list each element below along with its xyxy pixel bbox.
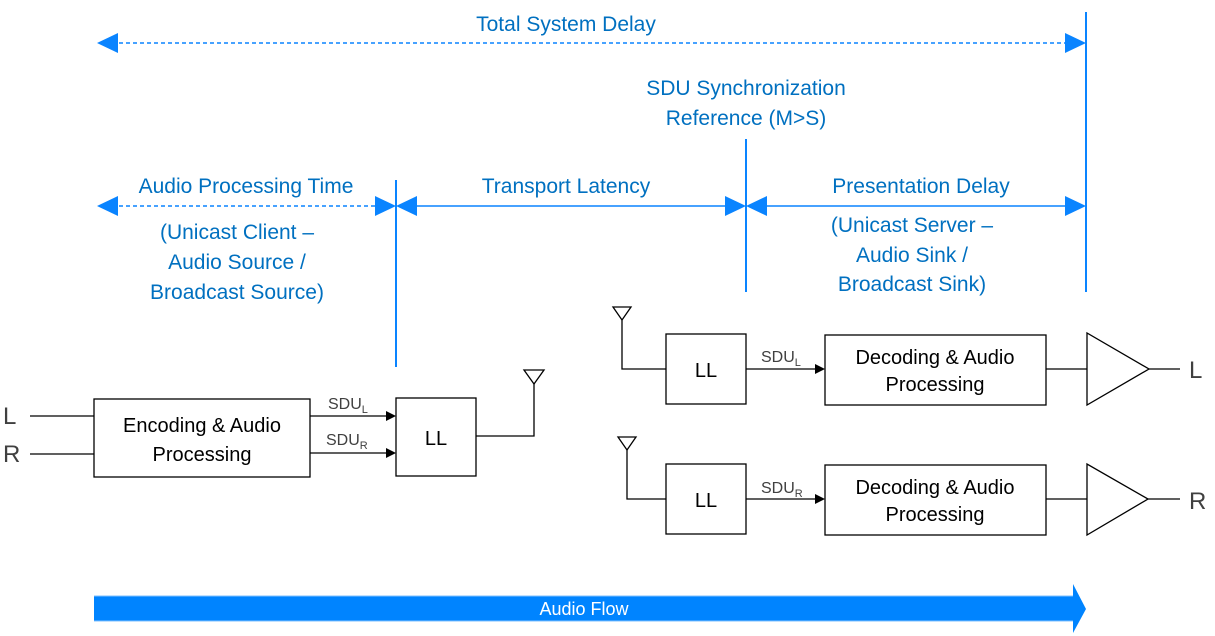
decoder-label-line2: Processing: [886, 374, 985, 396]
sdu-sync-reference-line1: SDU Synchronization: [646, 77, 846, 100]
sdu-sync-reference-line2: Reference (M>S): [666, 107, 826, 130]
sdu-label: SDUL: [761, 349, 801, 369]
audio-sink-right-chain: LL SDUR Decoding & Audio Processing R: [616, 436, 1206, 537]
presentation-sub-line2: Audio Sink /: [856, 244, 968, 267]
presentation-delay-label: Presentation Delay: [832, 175, 1010, 198]
transport-latency-group: Transport Latency: [396, 175, 746, 216]
audio-processing-time-label: Audio Processing Time: [139, 175, 354, 198]
total-system-delay-label: Total System Delay: [476, 13, 656, 36]
antenna-wire: [476, 383, 535, 437]
transport-latency-label: Transport Latency: [482, 175, 651, 198]
antenna-icon: [616, 436, 638, 452]
link-layer-label: LL: [425, 428, 447, 450]
sdu-right-label: SDUR: [326, 432, 368, 452]
antenna-icon: [522, 369, 546, 386]
link-layer-label: LL: [695, 490, 717, 512]
antenna-icon: [611, 306, 633, 322]
output-right-label: R: [1189, 488, 1206, 515]
audio-sink-left-chain: LL SDUL Decoding & Audio Processing L: [611, 306, 1202, 407]
total-system-delay-group: Total System Delay: [97, 13, 1086, 53]
input-left-label: L: [3, 403, 16, 430]
arrow-right-icon: [725, 196, 746, 216]
antenna-wire: [621, 319, 666, 370]
input-right-label: R: [3, 441, 20, 468]
audio-processing-sub-line3: Broadcast Source): [150, 281, 324, 304]
audio-processing-time-group: Audio Processing Time (Unicast Client – …: [97, 175, 396, 304]
encoder-label-line2: Processing: [153, 444, 252, 466]
arrow-right-icon: [1065, 33, 1086, 53]
arrow-left-icon: [396, 196, 417, 216]
decoder-label-line2: Processing: [886, 504, 985, 526]
arrow-head-icon: [386, 411, 396, 421]
presentation-sub-line1: (Unicast Server –: [831, 214, 994, 237]
antenna-wire: [626, 449, 666, 500]
output-left-label: L: [1189, 357, 1202, 384]
arrow-left-icon: [97, 33, 118, 53]
encoder-label-line1: Encoding & Audio: [123, 415, 281, 437]
arrow-left-icon: [746, 196, 767, 216]
sdu-left-label: SDUL: [328, 396, 368, 416]
arrow-head-icon: [386, 448, 396, 458]
arrow-right-icon: [375, 196, 396, 216]
sdu-label: SDUR: [761, 480, 803, 500]
arrow-right-icon: [1065, 196, 1086, 216]
amplifier-icon: [1086, 331, 1151, 407]
arrow-left-icon: [97, 196, 118, 216]
audio-source-chain: L R Encoding & Audio Processing SDUL SDU…: [3, 369, 546, 478]
sdu-sync-reference-group: SDU Synchronization Reference (M>S): [646, 77, 846, 130]
arrow-head-icon: [815, 494, 825, 504]
audio-latency-diagram: Total System Delay SDU Synchronization R…: [3, 12, 1206, 633]
audio-processing-sub-line2: Audio Source /: [168, 251, 306, 274]
audio-flow-arrow: Audio Flow: [94, 584, 1086, 633]
presentation-delay-group: Presentation Delay (Unicast Server – Aud…: [746, 175, 1086, 296]
audio-flow-label: Audio Flow: [539, 599, 629, 619]
amplifier-icon: [1086, 462, 1150, 537]
arrow-head-icon: [815, 364, 825, 374]
link-layer-label: LL: [695, 360, 717, 382]
audio-processing-sub-line1: (Unicast Client –: [160, 221, 314, 244]
presentation-sub-line3: Broadcast Sink): [838, 273, 986, 296]
decoder-label-line1: Decoding & Audio: [855, 347, 1014, 369]
decoder-label-line1: Decoding & Audio: [855, 477, 1014, 499]
